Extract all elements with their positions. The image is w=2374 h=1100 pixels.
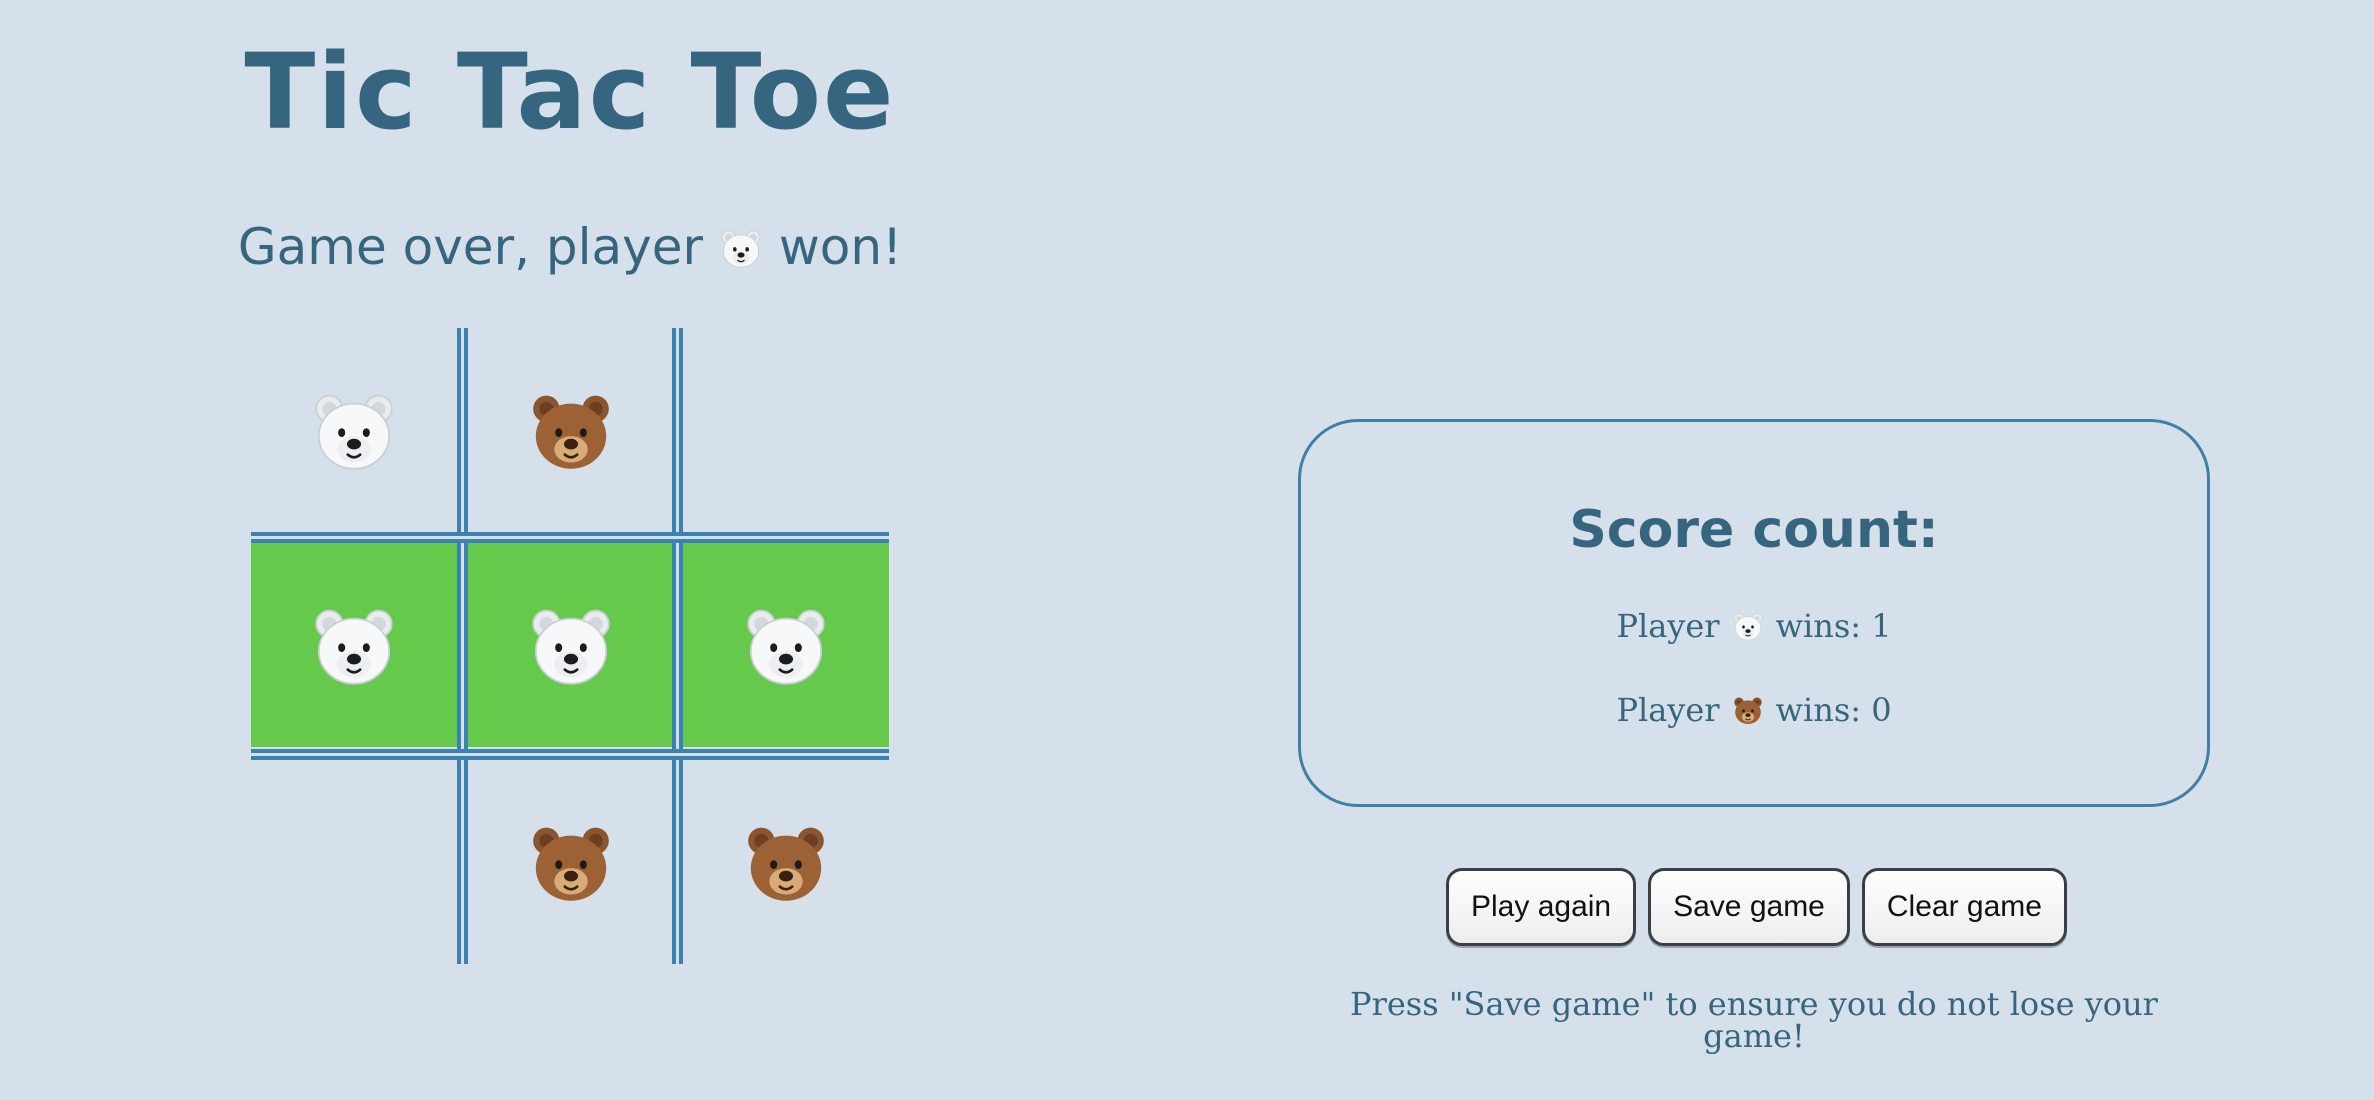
polar-bear-icon — [1732, 610, 1764, 642]
brown-bear-icon — [527, 818, 615, 906]
score-panel: Score count: Player wins: 1 Player wins:… — [1298, 419, 2210, 807]
polar-bear-icon — [310, 386, 398, 474]
polar-bear-icon — [310, 601, 398, 689]
board-cell[interactable] — [251, 760, 457, 964]
brown-bear-icon — [742, 818, 830, 906]
board-cell[interactable] — [251, 543, 457, 747]
status-prefix: Game over, player — [237, 218, 704, 276]
status-suffix: won! — [778, 218, 903, 276]
save-game-button[interactable]: Save game — [1648, 868, 1850, 946]
board-cell[interactable] — [468, 328, 674, 532]
grid-line-vertical — [672, 328, 683, 964]
grid-line-vertical — [457, 328, 468, 964]
action-buttons: Play again Save game Clear game — [1446, 868, 2067, 946]
play-again-button[interactable]: Play again — [1446, 868, 1637, 946]
polar-bear-icon — [719, 226, 763, 270]
polar-bear-icon — [527, 601, 615, 689]
game-board — [251, 328, 889, 964]
grid-line-horizontal — [251, 749, 889, 760]
board-cell[interactable] — [251, 328, 457, 532]
page-title: Tic Tac Toe — [244, 31, 896, 153]
player2-label: Player — [1616, 691, 1720, 729]
save-hint: Press "Save game" to ensure you do not l… — [1350, 985, 2158, 1055]
brown-bear-icon — [1732, 694, 1764, 726]
brown-bear-icon — [527, 386, 615, 474]
player1-label: Player — [1616, 607, 1720, 645]
clear-game-button[interactable]: Clear game — [1861, 868, 2067, 946]
player2-wins: wins: 0 — [1775, 691, 1892, 729]
board-cell[interactable] — [683, 760, 889, 964]
board-cell[interactable] — [683, 328, 889, 532]
player1-score: Player wins: 1 — [1301, 610, 2207, 642]
score-title: Score count: — [1569, 500, 1939, 560]
grid-line-horizontal — [251, 532, 889, 543]
game-status: Game over, player won! — [170, 222, 970, 272]
player2-score: Player wins: 0 — [1301, 694, 2207, 726]
polar-bear-icon — [742, 601, 830, 689]
board-cell[interactable] — [683, 543, 889, 747]
board-cell[interactable] — [468, 760, 674, 964]
player1-wins: wins: 1 — [1775, 607, 1892, 645]
board-cell[interactable] — [468, 543, 674, 747]
